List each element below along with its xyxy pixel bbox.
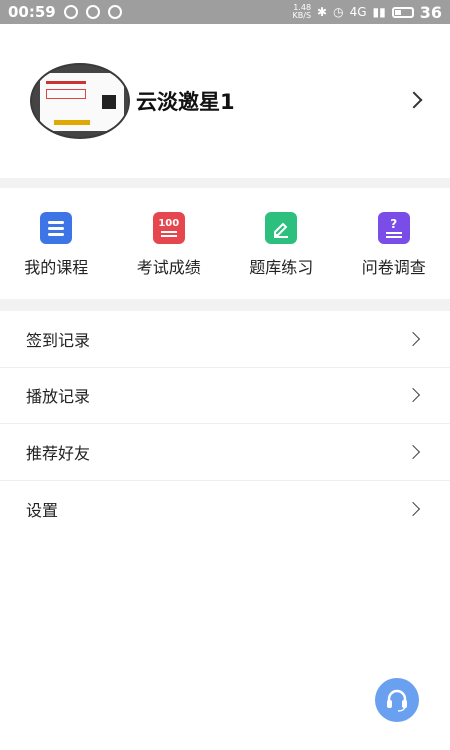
score-icon: 100 <box>152 212 185 244</box>
menu-list: 签到记录 播放记录 推荐好友 设置 <box>0 311 450 537</box>
status-time: 00:59 <box>8 3 56 21</box>
course-icon <box>40 212 73 244</box>
func-label: 问卷调查 <box>361 258 426 277</box>
chevron-right-icon <box>405 331 421 346</box>
hotspot-icon <box>107 5 122 19</box>
alarm-icon: ◷ <box>333 5 344 19</box>
func-exam-scores[interactable]: 100 考试成绩 <box>113 188 226 299</box>
func-survey[interactable]: ? 问卷调查 <box>338 188 450 299</box>
check-icon <box>85 5 100 19</box>
message-icon <box>63 5 78 19</box>
signal-label: 4G <box>349 5 367 19</box>
profile-name: 云淡邀星1 <box>136 90 235 114</box>
func-label: 题库练习 <box>249 258 314 277</box>
menu-item-label: 推荐好友 <box>26 443 91 463</box>
net-speed: 1.48 KB/S <box>293 4 312 20</box>
battery-icon <box>391 6 414 18</box>
survey-icon: ? <box>377 212 410 244</box>
profile-card[interactable]: 云淡邀星1 <box>0 24 450 178</box>
menu-item-settings[interactable]: 设置 <box>0 481 450 538</box>
chevron-right-icon <box>405 501 421 516</box>
func-label: 我的课程 <box>24 258 89 277</box>
menu-item-label: 设置 <box>26 500 59 520</box>
bluetooth-icon: ✱ <box>317 5 328 19</box>
func-my-courses[interactable]: 我的课程 <box>0 188 113 299</box>
func-question-bank[interactable]: 题库练习 <box>225 188 338 299</box>
chevron-right-icon <box>405 91 423 109</box>
avatar-image <box>40 73 124 131</box>
menu-item-checkin-records[interactable]: 签到记录 <box>0 311 450 368</box>
chevron-right-icon <box>405 388 421 403</box>
content-background <box>0 537 450 750</box>
menu-item-label: 签到记录 <box>26 330 91 350</box>
question-bank-icon <box>265 212 298 244</box>
function-grid: 我的课程 100 考试成绩 题库练习 ? 问卷调查 <box>0 188 450 299</box>
func-label: 考试成绩 <box>136 258 201 277</box>
status-bar: 00:59 1.48 KB/S ✱ ◷ 4G ▮▮ 36 <box>0 0 450 24</box>
score-icon-text: 100 <box>158 218 180 229</box>
menu-item-label: 播放记录 <box>26 387 91 407</box>
battery-level: 36 <box>419 2 442 22</box>
avatar[interactable] <box>30 63 130 139</box>
menu-item-recommend-friends[interactable]: 推荐好友 <box>0 424 450 481</box>
headset-icon <box>387 689 407 712</box>
net-speed-unit: KB/S <box>292 11 312 20</box>
signal-icon: ▮▮ <box>372 5 386 19</box>
menu-item-play-records[interactable]: 播放记录 <box>0 368 450 424</box>
survey-icon-text: ? <box>390 217 398 231</box>
chevron-right-icon <box>405 444 421 459</box>
customer-support-button[interactable] <box>375 678 419 722</box>
